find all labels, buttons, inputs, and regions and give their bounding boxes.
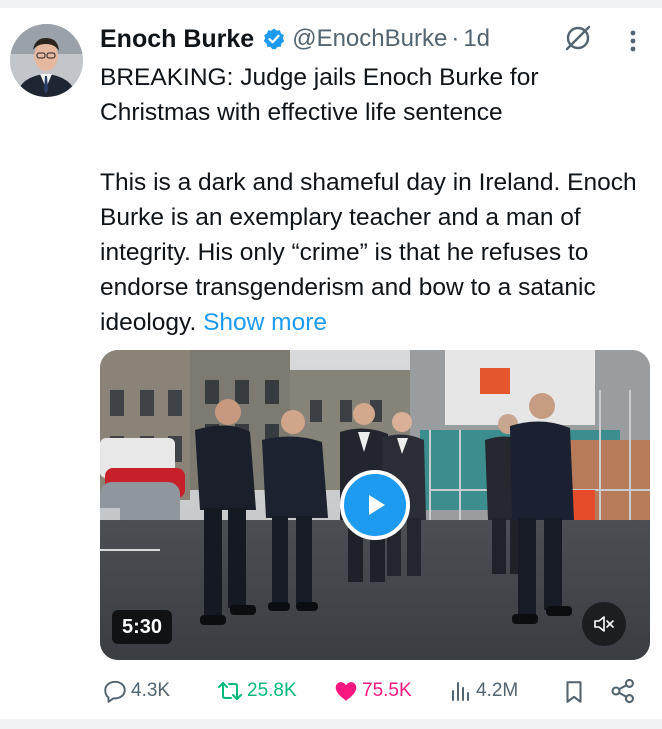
mute-button[interactable]: [582, 602, 626, 646]
views-chart-icon: [452, 682, 469, 701]
post-time[interactable]: 1d: [463, 25, 490, 53]
top-separator: [0, 0, 662, 8]
tweet-text: BREAKING: Judge jails Enoch Burke for Ch…: [100, 60, 645, 340]
avatar[interactable]: [10, 24, 83, 97]
tweet-header: Enoch Burke @EnochBurke · 1d: [100, 22, 490, 56]
author-name[interactable]: Enoch Burke: [100, 25, 254, 54]
bottom-separator: [0, 719, 662, 729]
tweet-body: This is a dark and shameful day in Irela…: [100, 165, 645, 340]
bookmark-icon[interactable]: [563, 679, 585, 710]
reply-button[interactable]: 4.3K: [102, 676, 170, 706]
more-options-icon[interactable]: [624, 26, 642, 56]
tweet-headline: BREAKING: Judge jails Enoch Burke for Ch…: [100, 64, 539, 126]
show-more-link[interactable]: Show more: [203, 309, 327, 336]
play-button[interactable]: [340, 470, 410, 540]
tweet-body-text: This is a dark and shameful day in Irela…: [100, 169, 637, 336]
author-handle[interactable]: @EnochBurke: [292, 25, 447, 53]
share-icon[interactable]: [609, 677, 637, 710]
views-button[interactable]: 4.2M: [449, 676, 518, 706]
play-icon: [369, 495, 385, 515]
repost-button[interactable]: 25.8K: [216, 676, 297, 706]
view-count: 4.2M: [476, 680, 519, 701]
separator-dot: ·: [451, 25, 460, 52]
heart-icon: [335, 682, 357, 701]
grok-icon[interactable]: [562, 22, 594, 54]
speaker-muted-icon: [594, 616, 614, 632]
repost-count: 25.8K: [247, 680, 297, 701]
verified-badge-icon: [262, 27, 286, 51]
reply-icon: [104, 680, 126, 703]
reply-count: 4.3K: [131, 680, 171, 701]
like-button[interactable]: 75.5K: [333, 676, 412, 706]
video-duration: 5:30: [112, 610, 173, 644]
video-player[interactable]: 5:30: [100, 350, 650, 660]
avatar-image: [10, 24, 83, 97]
like-count: 75.5K: [362, 680, 412, 701]
repost-icon: [218, 682, 242, 700]
